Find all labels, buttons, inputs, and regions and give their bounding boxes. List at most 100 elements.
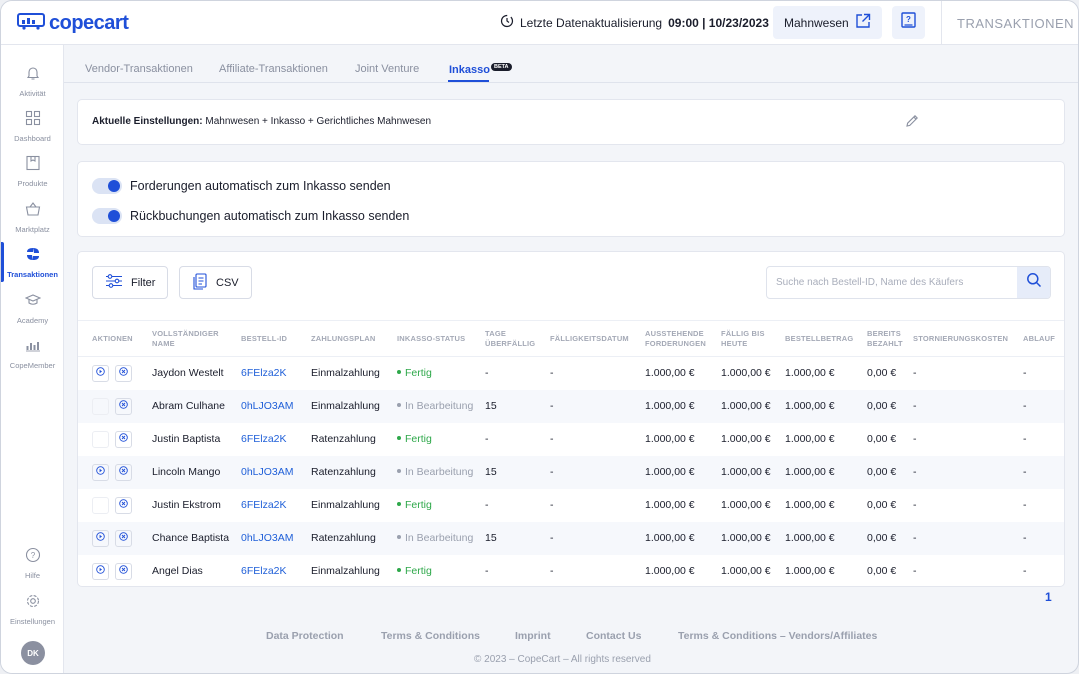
col-faellig-bis-heute: Fällig bis heute bbox=[721, 320, 785, 357]
tab-inkasso[interactable]: Inkasso BETA bbox=[449, 63, 512, 76]
days-overdue: - bbox=[485, 367, 489, 380]
cancellation-cost: - bbox=[913, 521, 1023, 555]
transactions-icon bbox=[25, 242, 41, 267]
header-divider bbox=[941, 1, 942, 45]
cancel-button[interactable] bbox=[115, 496, 132, 514]
tab-bar: Vendor-Transaktionen Affiliate-Transakti… bbox=[64, 45, 1078, 83]
play-button[interactable] bbox=[92, 529, 109, 547]
tab-joint-venture[interactable]: Joint Venture bbox=[355, 63, 419, 75]
due-today-amount: 1.000,00 € bbox=[721, 389, 785, 423]
order-id-link[interactable]: 6FElza2K bbox=[241, 565, 287, 577]
days-overdue: - bbox=[485, 433, 489, 445]
status-text: In Bearbeitung bbox=[405, 400, 474, 412]
cancel-button[interactable] bbox=[115, 529, 132, 547]
cancel-button[interactable] bbox=[115, 562, 132, 580]
sidebar-item-label: Marktplatz bbox=[15, 225, 50, 234]
sidebar-item-academy[interactable]: Academy bbox=[1, 288, 64, 332]
cancel-button[interactable] bbox=[115, 364, 132, 382]
paid-amount: 0,00 € bbox=[867, 565, 897, 577]
table-row: Justin Baptista 6FElza2K Ratenzahlung Ferti… bbox=[78, 423, 1064, 456]
sidebar-item-produkte[interactable]: Produkte bbox=[1, 151, 64, 195]
tab-affiliate-transaktionen[interactable]: Affiliate-Transaktionen bbox=[219, 63, 328, 75]
pagination-current-page[interactable]: 1 bbox=[1045, 590, 1052, 604]
payment-plan: Ratenzahlung bbox=[311, 521, 397, 555]
sidebar-item-einstellungen[interactable]: Einstellungen bbox=[1, 589, 64, 633]
play-button[interactable] bbox=[92, 562, 109, 580]
sidebar-item-aktivitaet[interactable]: Aktivität bbox=[1, 61, 64, 105]
search-box bbox=[766, 266, 1051, 299]
status-text: Fertig bbox=[405, 367, 432, 380]
payment-plan: Einmalzahlung bbox=[311, 367, 380, 380]
status-badge: Fertig bbox=[397, 499, 432, 511]
help-book-button[interactable]: ? bbox=[892, 6, 925, 39]
cell-order-id: 6FElza2K bbox=[241, 423, 311, 456]
col-zahlungsplan: Zahlungsplan bbox=[311, 320, 397, 357]
footer-link-contact[interactable]: Contact Us bbox=[586, 630, 641, 642]
footer-link-imprint[interactable]: Imprint bbox=[515, 630, 551, 642]
play-button[interactable] bbox=[92, 364, 109, 382]
sidebar-item-copemember[interactable]: CopeMember bbox=[1, 333, 64, 377]
outstanding-amount: 1.000,00 € bbox=[645, 521, 721, 555]
order-id-link[interactable]: 0hLJO3AM bbox=[241, 466, 294, 478]
paid-amount: 0,00 € bbox=[867, 455, 913, 489]
cancel-button[interactable] bbox=[115, 397, 132, 415]
gear-icon bbox=[25, 589, 41, 614]
order-id-link[interactable]: 6FElza2K bbox=[241, 367, 287, 379]
play-button[interactable] bbox=[92, 397, 109, 415]
sidebar-item-marktplatz[interactable]: Marktplatz bbox=[1, 197, 64, 241]
order-id-link[interactable]: 0hLJO3AM bbox=[241, 532, 294, 544]
status-text: Fertig bbox=[405, 499, 432, 511]
close-circle-icon bbox=[119, 499, 128, 511]
play-button[interactable] bbox=[92, 430, 109, 448]
col-stornierungskosten: Stornierungskosten bbox=[913, 320, 1023, 357]
cancel-button[interactable] bbox=[115, 463, 132, 481]
due-date: - bbox=[550, 565, 554, 577]
buyer-name: Jaydon Westelt bbox=[152, 367, 224, 380]
mahnwesen-button[interactable]: Mahnwesen bbox=[773, 6, 882, 39]
help-icon: ? bbox=[25, 543, 41, 568]
table-row: Justin Ekstrom 6FElza2K Einmalzahlung Ferti… bbox=[78, 489, 1064, 522]
search-button[interactable] bbox=[1017, 267, 1050, 298]
status-text: Fertig bbox=[405, 565, 432, 577]
paid-amount: 0,00 € bbox=[867, 389, 913, 423]
toggle-forderungen[interactable] bbox=[92, 178, 122, 194]
due-today-amount: 1.000,00 € bbox=[721, 565, 771, 577]
cell-order-id: 0hLJO3AM bbox=[241, 455, 311, 489]
product-icon bbox=[25, 151, 41, 176]
play-icon bbox=[96, 532, 105, 544]
filter-button[interactable]: Filter bbox=[92, 266, 169, 299]
app-window: copecart Letzte Datenaktualisierung 09:0… bbox=[0, 0, 1079, 674]
search-input[interactable] bbox=[767, 267, 1017, 298]
toggle-rueckbuchungen[interactable] bbox=[92, 208, 122, 224]
tab-vendor-transaktionen[interactable]: Vendor-Transaktionen bbox=[85, 63, 193, 75]
order-id-link[interactable]: 0hLJO3AM bbox=[241, 400, 294, 412]
cancel-button[interactable] bbox=[115, 430, 132, 448]
avatar[interactable]: DK bbox=[21, 641, 45, 665]
footer-link-terms-vendors[interactable]: Terms & Conditions – Vendors/Affiliates bbox=[678, 630, 877, 642]
sidebar-item-transaktionen[interactable]: Transaktionen bbox=[1, 242, 64, 286]
pencil-icon[interactable] bbox=[904, 113, 920, 134]
sync-label: Letzte Datenaktualisierung bbox=[520, 15, 663, 30]
play-button[interactable] bbox=[92, 463, 109, 481]
footer-link-data-protection[interactable]: Data Protection bbox=[266, 630, 344, 642]
sidebar-item-hilfe[interactable]: ? Hilfe bbox=[1, 543, 64, 587]
data-refresh-info: Letzte Datenaktualisierung 09:00 | 10/23… bbox=[500, 14, 769, 31]
payment-plan: Einmalzahlung bbox=[311, 499, 380, 511]
cancellation-cost: - bbox=[913, 565, 917, 577]
play-button[interactable] bbox=[92, 496, 109, 514]
csv-export-button[interactable]: CSV bbox=[179, 266, 252, 299]
col-bestellbetrag: Bestellbetrag bbox=[785, 320, 867, 357]
table-row: Angel Dias 6FElza2K Einmalzahlung Fertig - - 1… bbox=[78, 555, 1064, 587]
play-icon bbox=[96, 466, 105, 478]
row-actions bbox=[78, 423, 152, 456]
sidebar-item-dashboard[interactable]: Dashboard bbox=[1, 106, 64, 150]
status-dot bbox=[397, 568, 401, 572]
order-id-link[interactable]: 6FElza2K bbox=[241, 433, 287, 445]
settings-card: Aktuelle Einstellungen: Mahnwesen + Inka… bbox=[77, 99, 1065, 145]
footer-link-terms[interactable]: Terms & Conditions bbox=[381, 630, 480, 642]
sidebar-item-label: Academy bbox=[16, 316, 49, 325]
order-id-link[interactable]: 6FElza2K bbox=[241, 499, 287, 511]
logo[interactable]: copecart bbox=[17, 11, 129, 35]
buyer-name: Lincoln Mango bbox=[152, 455, 241, 489]
cell-status: Fertig bbox=[397, 423, 485, 456]
